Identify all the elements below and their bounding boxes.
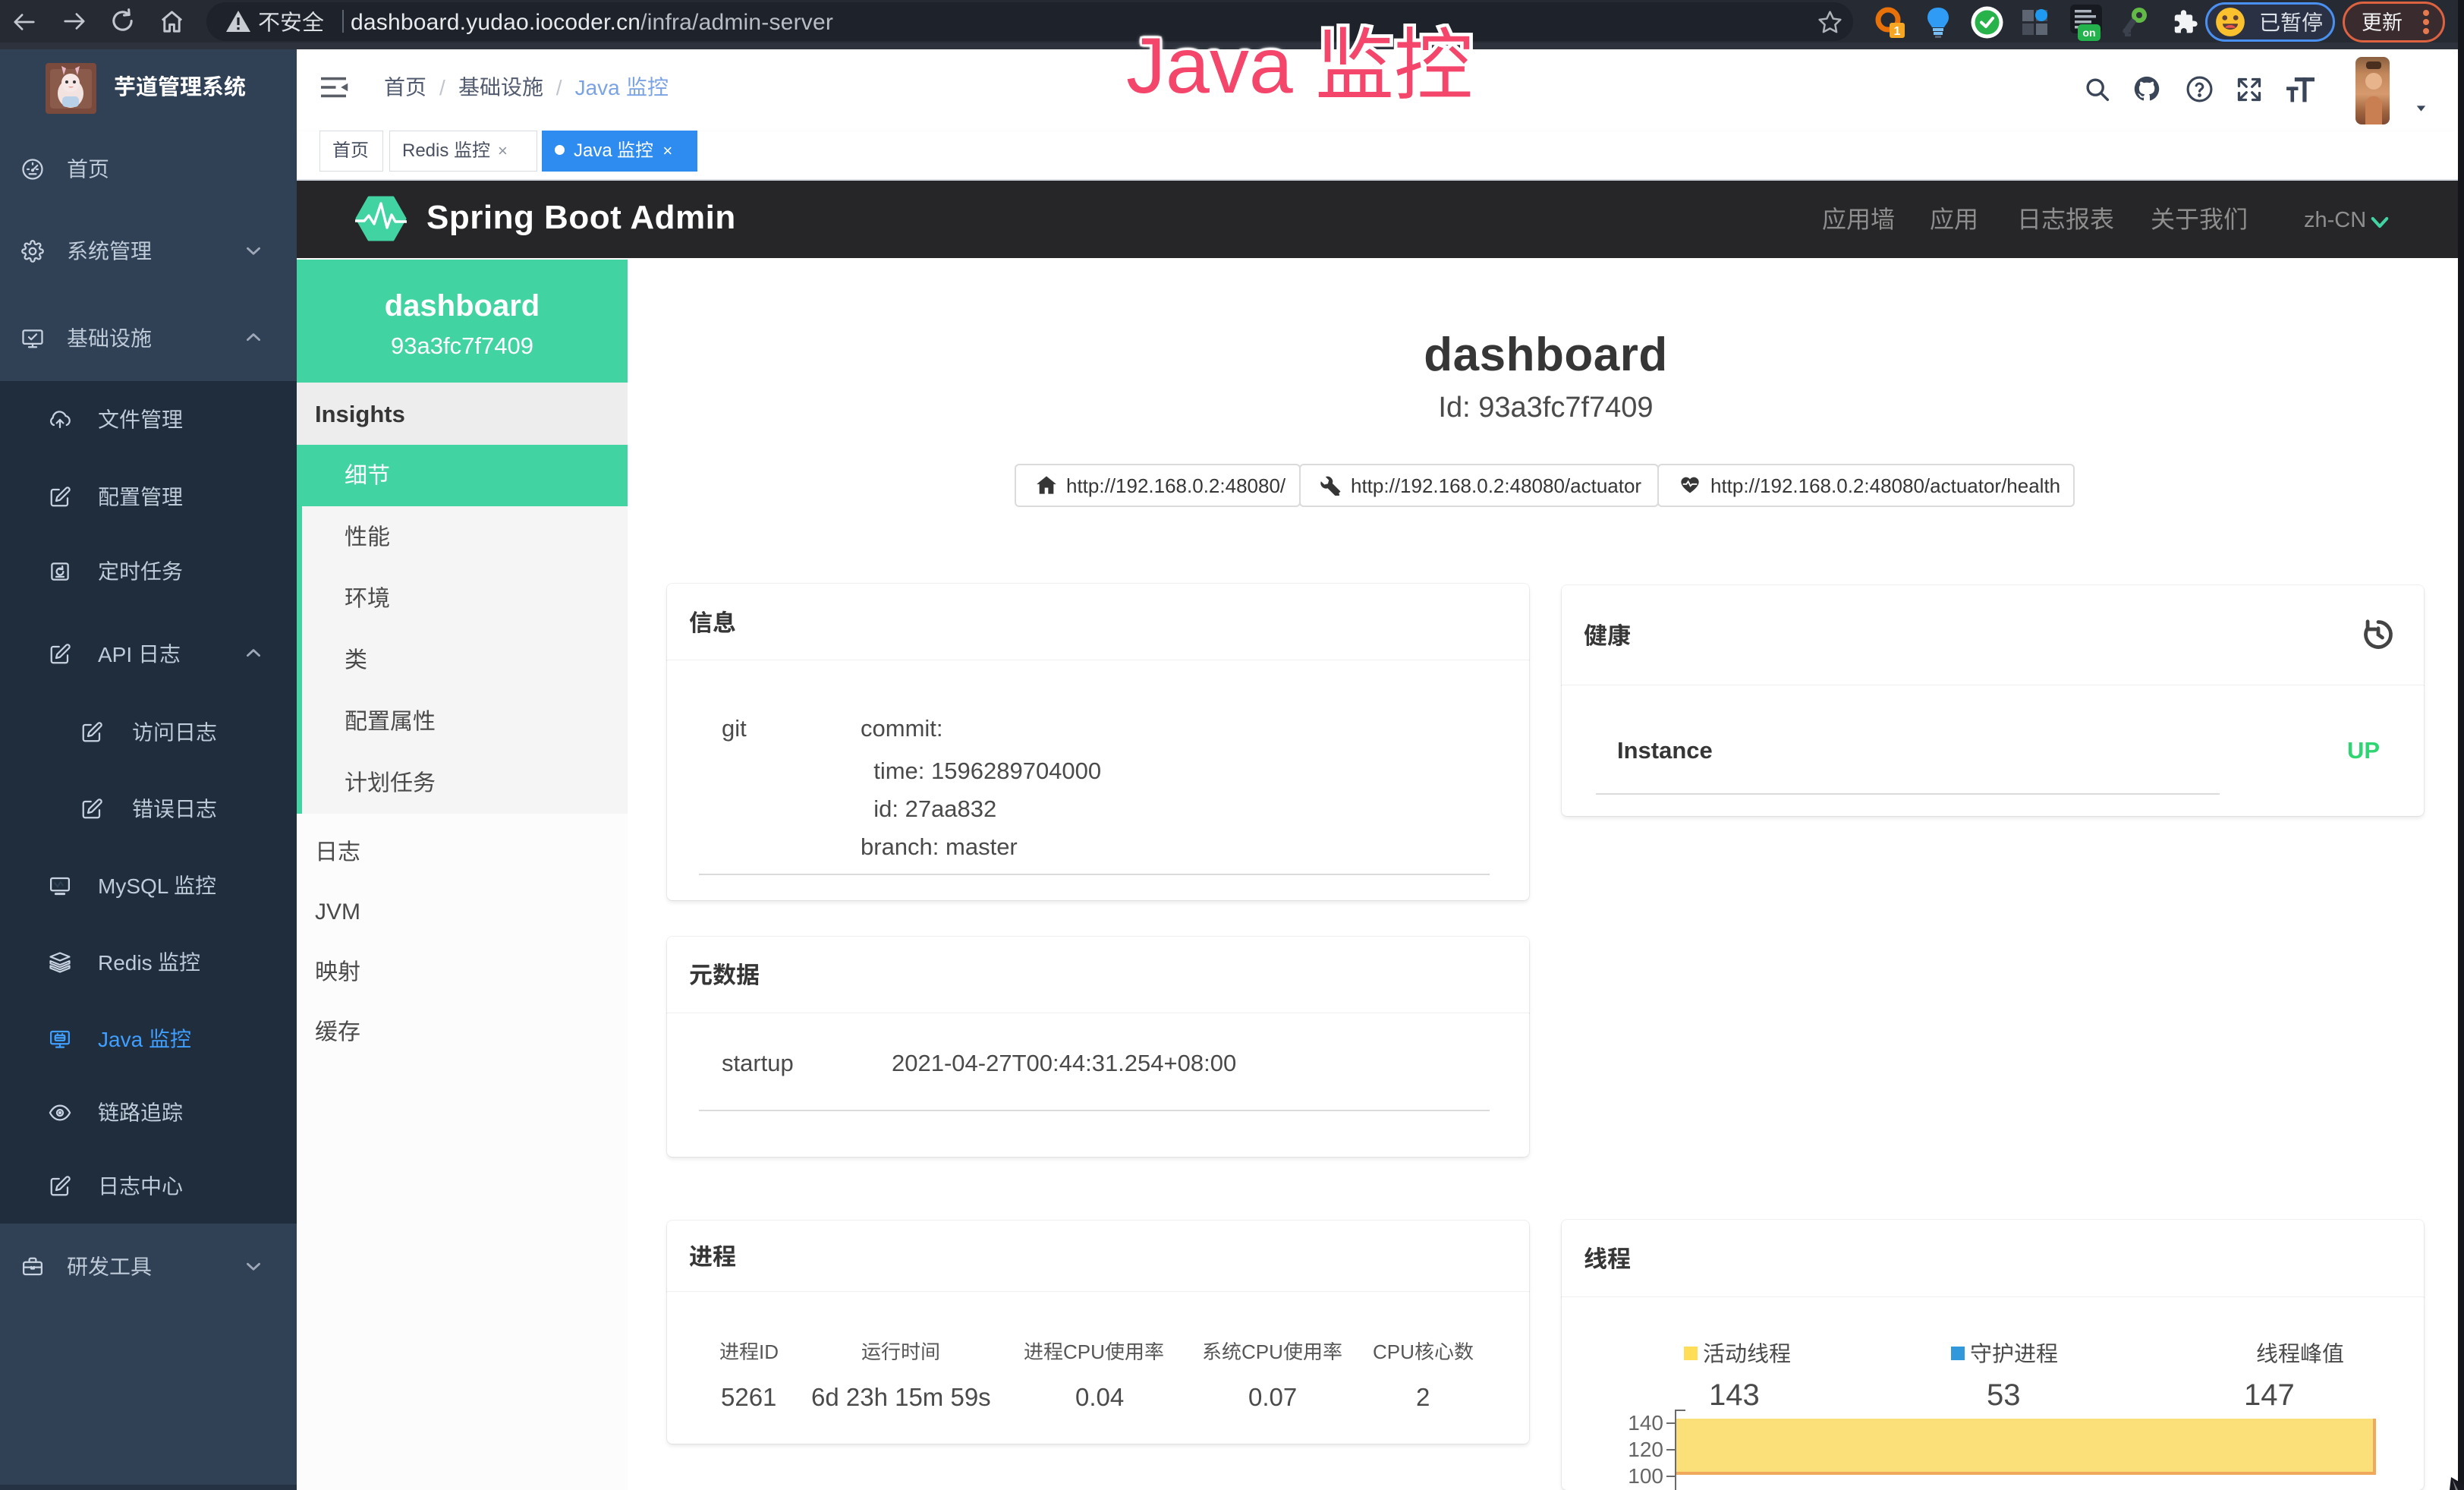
svg-text:on: on — [2082, 27, 2095, 39]
svg-text:1: 1 — [1894, 25, 1901, 38]
